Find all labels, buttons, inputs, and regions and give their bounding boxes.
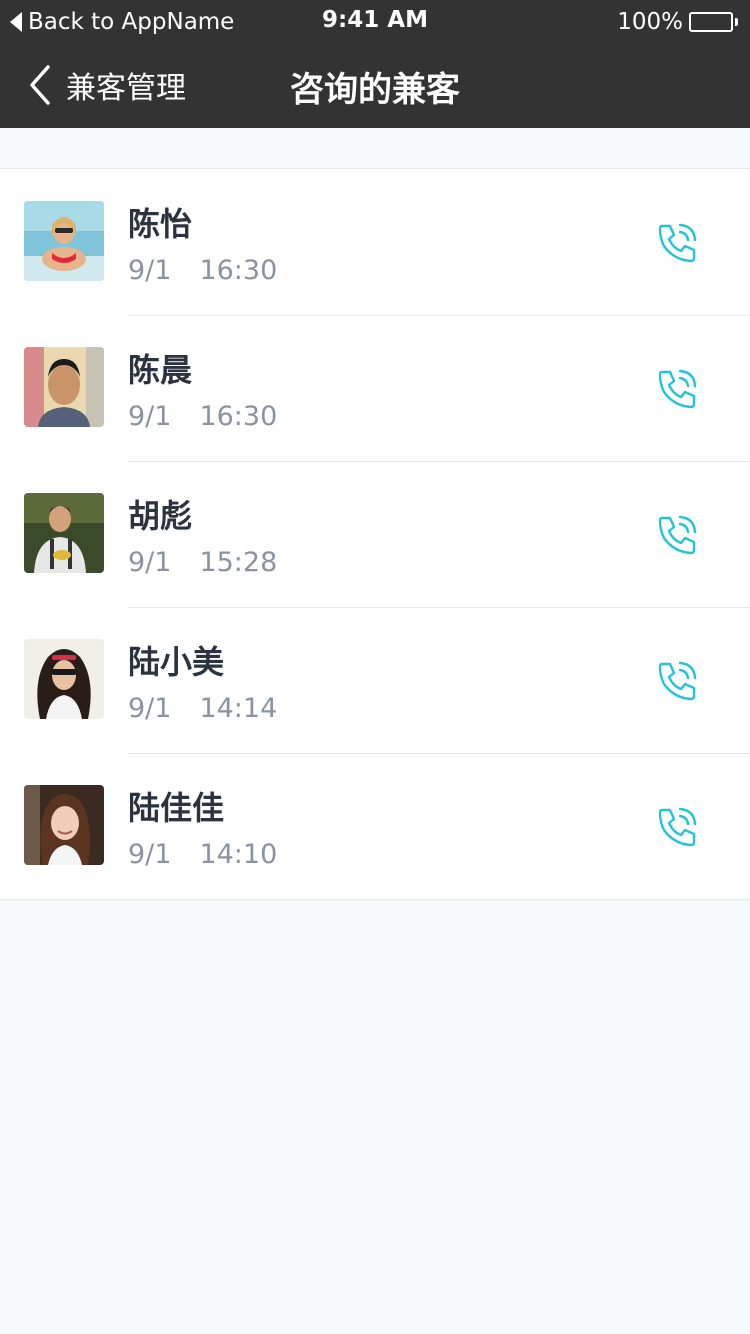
call-button[interactable] (650, 512, 706, 556)
call-button[interactable] (650, 804, 706, 848)
list-item[interactable]: 胡彪 9/1 15:28 (0, 461, 750, 607)
list-item[interactable]: 陆佳佳 9/1 14:10 (0, 753, 750, 899)
battery-icon (689, 12, 733, 32)
contact-name: 陆小美 (128, 643, 225, 681)
contact-time: 14:10 (199, 839, 278, 870)
call-button[interactable] (650, 366, 706, 410)
contact-date: 9/1 (128, 255, 172, 286)
battery-percent: 100% (617, 9, 683, 35)
phone-call-icon (658, 515, 697, 555)
contact-meta: 9/1 14:14 (128, 693, 277, 724)
phone-call-icon (658, 223, 697, 263)
phone-call-icon (658, 661, 697, 701)
contact-name: 陈晨 (128, 351, 193, 389)
contact-name: 胡彪 (128, 497, 193, 535)
contact-meta: 9/1 14:10 (128, 839, 277, 870)
avatar (24, 201, 104, 281)
list-item[interactable]: 陈怡 9/1 16:30 (0, 169, 750, 315)
avatar (24, 493, 104, 573)
contact-time: 14:14 (199, 693, 278, 724)
contact-time: 16:30 (199, 401, 278, 432)
contact-date: 9/1 (128, 839, 172, 870)
contact-date: 9/1 (128, 401, 172, 432)
status-battery: 100% (617, 7, 738, 37)
page-title: 咨询的兼客 (290, 70, 460, 110)
battery-tip (735, 18, 738, 26)
contact-time: 16:30 (199, 255, 278, 286)
contact-meta: 9/1 16:30 (128, 401, 277, 432)
contact-meta: 9/1 16:30 (128, 255, 277, 286)
contact-list: 陈怡 9/1 16:30 陈晨 9/1 16:30 胡彪 9/1 15:28 陆… (0, 168, 750, 900)
call-button[interactable] (650, 220, 706, 264)
avatar (24, 347, 104, 427)
contact-name: 陆佳佳 (128, 789, 225, 827)
contact-meta: 9/1 15:28 (128, 547, 277, 578)
avatar (24, 639, 104, 719)
status-bar: Back to AppName 9:41 AM 100% (0, 0, 750, 44)
list-item[interactable]: 陆小美 9/1 14:14 (0, 607, 750, 753)
list-item[interactable]: 陈晨 9/1 16:30 (0, 315, 750, 461)
contact-time: 15:28 (199, 547, 278, 578)
contact-date: 9/1 (128, 693, 172, 724)
contact-name: 陈怡 (128, 205, 193, 243)
call-button[interactable] (650, 658, 706, 702)
avatar (24, 785, 104, 865)
contact-date: 9/1 (128, 547, 172, 578)
phone-call-icon (658, 807, 697, 847)
header-bar: Back to AppName 9:41 AM 100% 兼客管理 咨询的兼客 (0, 0, 750, 128)
phone-call-icon (658, 369, 697, 409)
